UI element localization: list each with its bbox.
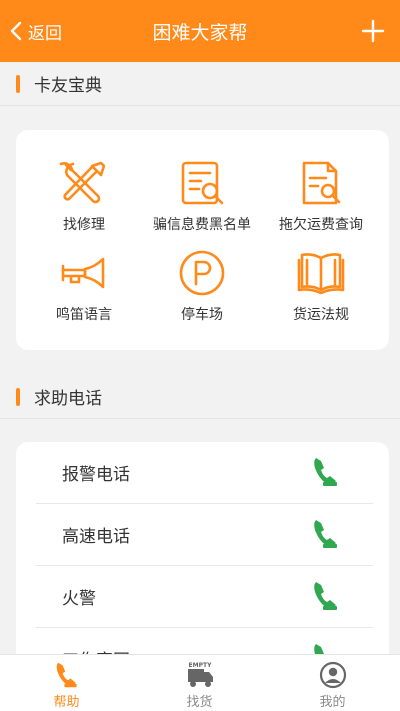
grid-item-blacklist[interactable]: 骗信息费黑名单 [140,158,264,234]
tips-grid-card: 找修理 骗信息费黑名单 拖欠运费查询 鸣笛语言 停车场 货运法规 [16,130,389,350]
truck-icon: EMPTY [187,662,213,687]
tools-icon [59,161,106,204]
hotline-label: 报警电话 [62,465,130,485]
grid-item-horn[interactable]: 鸣笛语言 [22,248,146,324]
grid-item-label: 鸣笛语言 [56,307,112,323]
phone-call-icon[interactable] [313,456,339,488]
nav-tab-help[interactable]: 帮助 [0,655,133,711]
tips-section-title: 卡友宝典 [34,76,102,96]
nav-label: 帮助 [53,695,80,710]
grid-item-label: 找修理 [63,217,105,233]
user-profile-icon [319,661,346,689]
hotline-label: 火警 [62,589,96,609]
section-accent-bar [16,74,20,93]
grid-item-regulations[interactable]: 货运法规 [259,248,383,324]
grid-item-parking[interactable]: 停车场 [140,248,264,324]
hotline-row-fire[interactable]: 火警 [16,566,389,628]
grid-item-label: 货运法规 [293,307,349,323]
nav-tab-mine[interactable]: 我的 [266,655,399,711]
hotline-row-police[interactable]: 报警电话 [16,442,389,504]
grid-item-label: 停车场 [181,307,223,323]
bottom-nav: 帮助 EMPTY 找货 我的 [0,654,400,711]
tips-section-header: 卡友宝典 [0,62,400,106]
phone-call-icon[interactable] [313,580,339,612]
freight-query-document-icon [302,161,341,205]
grid-item-label: 拖欠运费查询 [279,217,363,233]
book-icon [297,253,345,295]
plus-icon[interactable] [358,16,388,46]
hotline-section-header: 求助电话 [0,375,400,419]
top-bar: 返回 困难大家帮 [0,0,400,62]
grid-item-label: 骗信息费黑名单 [153,217,251,233]
hotline-section-title: 求助电话 [34,389,102,409]
parking-icon [179,250,225,296]
nav-label: 找货 [186,695,213,710]
horn-icon [61,257,105,289]
grid-item-freight-query[interactable]: 拖欠运费查询 [259,158,383,234]
nav-label: 我的 [319,695,346,710]
help-phone-icon [56,662,77,688]
hotline-row-highway[interactable]: 高速电话 [16,504,389,566]
hotline-list-card: 报警电话 高速电话 火警 工伤官网 [16,442,389,682]
hotline-label: 高速电话 [62,527,130,547]
svg-text:EMPTY: EMPTY [188,662,212,669]
section-accent-bar [16,387,20,406]
page-title: 困难大家帮 [152,22,248,44]
blacklist-document-icon [181,161,224,205]
grid-item-repair[interactable]: 找修理 [22,158,146,234]
nav-tab-find-goods[interactable]: EMPTY 找货 [133,655,266,711]
phone-call-icon[interactable] [313,518,339,550]
